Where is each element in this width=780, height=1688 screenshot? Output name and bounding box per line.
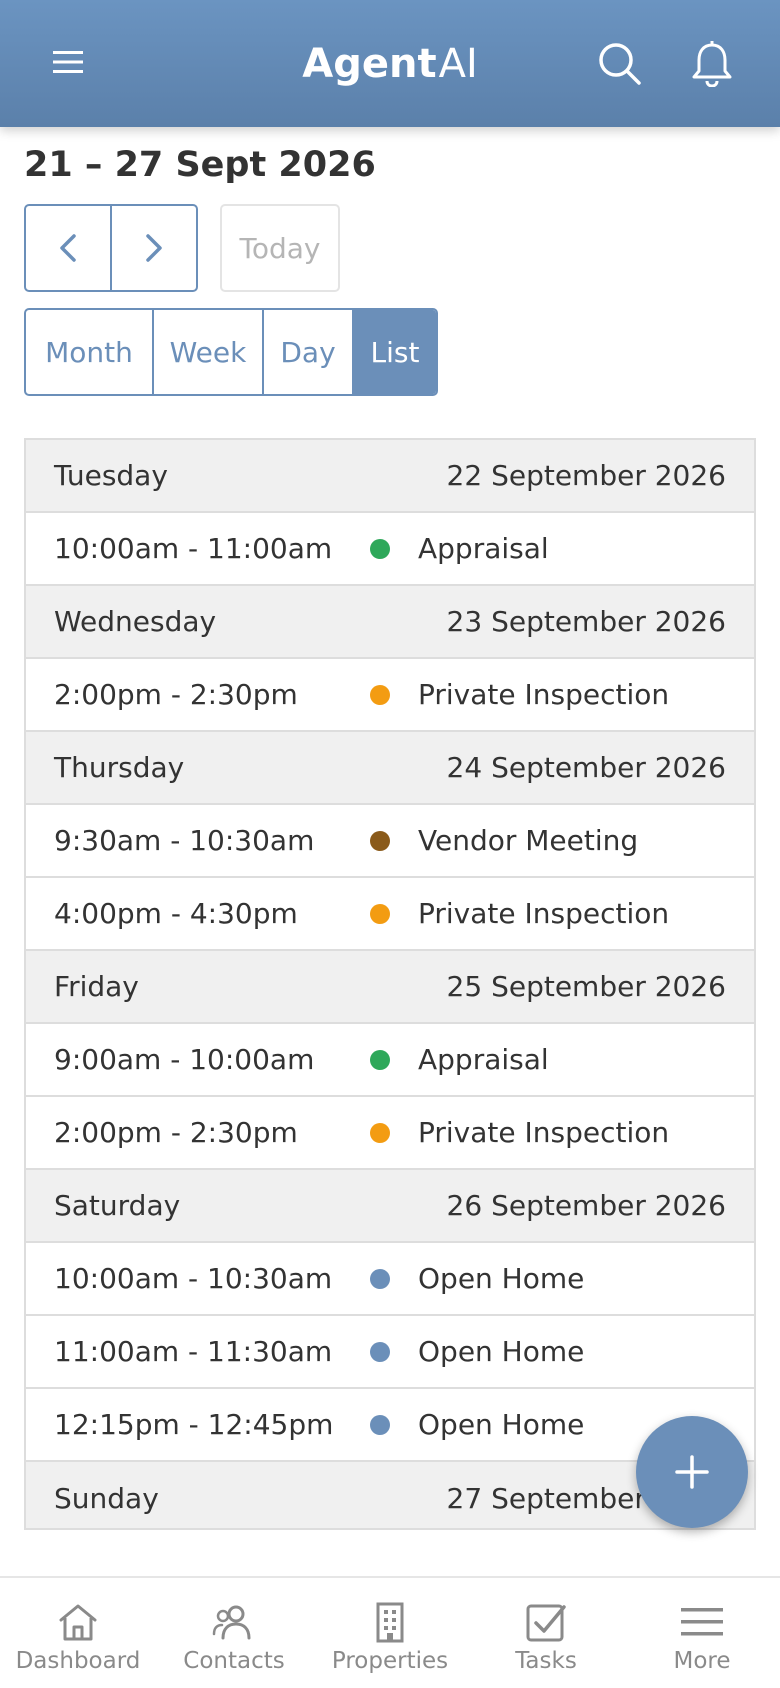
event-title: Appraisal: [418, 532, 549, 565]
view-day-button[interactable]: Day: [262, 310, 352, 394]
nav-more[interactable]: More: [624, 1578, 780, 1688]
event-time: 2:00pm - 2:30pm: [54, 1116, 298, 1149]
event-title: Vendor Meeting: [418, 824, 639, 857]
day-name: Wednesday: [54, 605, 217, 638]
event-color-dot: [370, 1269, 390, 1289]
event-time: 12:15pm - 12:45pm: [54, 1408, 334, 1441]
next-week-button[interactable]: [110, 206, 196, 290]
view-list-button[interactable]: List: [352, 310, 436, 394]
event-color-dot: [370, 831, 390, 851]
event-title: Open Home: [418, 1408, 585, 1441]
day-header-row: Friday 25 September 2026: [26, 951, 754, 1024]
event-title: Open Home: [418, 1262, 585, 1295]
day-name: Tuesday: [54, 459, 168, 492]
event-title: Private Inspection: [418, 678, 670, 711]
nav-more-label: More: [673, 1648, 731, 1674]
nav-properties-label: Properties: [331, 1648, 449, 1674]
event-color-dot: [370, 539, 390, 559]
event-color-dot: [370, 1415, 390, 1435]
nav-tasks-label: Tasks: [515, 1648, 577, 1674]
event-color-dot: [370, 1123, 390, 1143]
contacts-icon: [212, 1605, 251, 1640]
nav-contacts-label: Contacts: [183, 1648, 285, 1674]
search-icon: [599, 43, 641, 85]
event-row[interactable]: 10:00am - 10:30am Open Home: [26, 1243, 754, 1316]
day-name: Sunday: [54, 1482, 159, 1515]
bell-icon: [692, 41, 732, 87]
event-title: Private Inspection: [418, 1116, 670, 1149]
day-name: Thursday: [54, 751, 185, 784]
app-logo: AgentAI: [0, 36, 780, 92]
notifications-button[interactable]: [684, 34, 740, 94]
logo-bold-text: Agent: [302, 41, 437, 87]
chevron-right-icon: [146, 234, 162, 262]
building-icon: [376, 1602, 404, 1643]
event-color-dot: [370, 685, 390, 705]
event-time: 2:00pm - 2:30pm: [54, 678, 298, 711]
nav-dashboard-label: Dashboard: [15, 1648, 141, 1674]
day-date: 24 September 2026: [446, 751, 726, 784]
nav-dashboard[interactable]: Dashboard: [0, 1578, 156, 1688]
event-row[interactable]: 2:00pm - 2:30pm Private Inspection: [26, 659, 754, 732]
chevron-left-icon: [60, 234, 76, 262]
add-event-button[interactable]: [636, 1416, 748, 1528]
event-row[interactable]: 9:00am - 10:00am Appraisal: [26, 1024, 754, 1097]
nav-tasks[interactable]: Tasks: [468, 1578, 624, 1688]
checkbox-icon: [526, 1604, 566, 1642]
app-header: AgentAI: [0, 0, 780, 127]
event-row[interactable]: 11:00am - 11:30am Open Home: [26, 1316, 754, 1389]
event-row[interactable]: 4:00pm - 4:30pm Private Inspection: [26, 878, 754, 951]
day-date: 22 September 2026: [446, 459, 726, 492]
event-time: 4:00pm - 4:30pm: [54, 897, 298, 930]
logo-light-text: AI: [438, 41, 478, 87]
view-month-button[interactable]: Month: [26, 310, 152, 394]
event-time: 9:30am - 10:30am: [54, 824, 315, 857]
view-switcher: Month Week Day List: [24, 308, 438, 396]
day-name: Saturday: [54, 1189, 181, 1222]
previous-week-button[interactable]: [26, 206, 110, 290]
today-button[interactable]: Today: [220, 204, 340, 292]
day-date: 23 September 2026: [446, 605, 726, 638]
day-name: Friday: [54, 970, 139, 1003]
event-color-dot: [370, 904, 390, 924]
nav-contacts[interactable]: Contacts: [156, 1578, 312, 1688]
day-header-row: Wednesday 23 September 2026: [26, 586, 754, 659]
day-header-row: Saturday 26 September 2026: [26, 1170, 754, 1243]
day-date: 25 September 2026: [446, 970, 726, 1003]
day-date: 26 September 2026: [446, 1189, 726, 1222]
event-row[interactable]: 2:00pm - 2:30pm Private Inspection: [26, 1097, 754, 1170]
day-header-row: Tuesday 22 September 2026: [26, 440, 754, 513]
event-list: Tuesday 22 September 2026 10:00am - 11:0…: [24, 438, 756, 1530]
event-title: Appraisal: [418, 1043, 549, 1076]
date-range-title: 21 – 27 Sept 2026: [24, 145, 376, 185]
event-row[interactable]: 9:30am - 10:30am Vendor Meeting: [26, 805, 754, 878]
event-time: 11:00am - 11:30am: [54, 1335, 333, 1368]
plus-icon: [675, 1455, 709, 1489]
event-color-dot: [370, 1050, 390, 1070]
event-time: 10:00am - 10:30am: [54, 1262, 333, 1295]
app-root: AgentAI 21 – 27 Sept 2026 Today Month We…: [0, 0, 780, 1688]
event-row[interactable]: 10:00am - 11:00am Appraisal: [26, 513, 754, 586]
nav-properties[interactable]: Properties: [312, 1578, 468, 1688]
day-header-row: Thursday 24 September 2026: [26, 732, 754, 805]
event-time: 9:00am - 10:00am: [54, 1043, 315, 1076]
prev-next-group: [24, 204, 198, 292]
event-time: 10:00am - 11:00am: [54, 532, 333, 565]
view-week-button[interactable]: Week: [152, 310, 262, 394]
event-title: Open Home: [418, 1335, 585, 1368]
event-color-dot: [370, 1342, 390, 1362]
bottom-navigation: Dashboard Contacts Properties Tasks More: [0, 1576, 780, 1688]
home-icon: [59, 1604, 97, 1641]
event-title: Private Inspection: [418, 897, 670, 930]
search-button[interactable]: [592, 34, 648, 94]
menu-icon: [681, 1608, 723, 1636]
